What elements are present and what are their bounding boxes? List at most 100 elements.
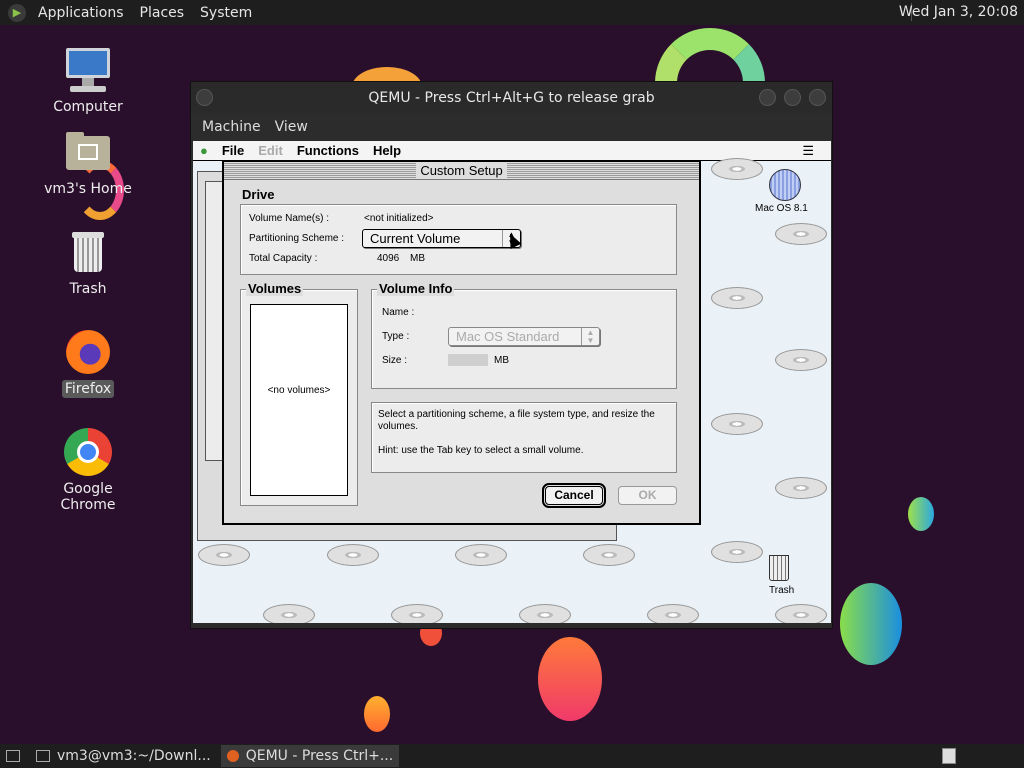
cancel-button[interactable]: Cancel [542, 483, 606, 508]
qemu-titlebar[interactable]: QEMU - Press Ctrl+Alt+G to release grab [191, 82, 832, 113]
background-blob [840, 583, 902, 665]
mac-trash-label: Trash [769, 585, 795, 596]
show-desktop-button[interactable] [0, 745, 26, 767]
functions-menu[interactable]: Functions [290, 143, 366, 158]
volume-type-label: Type : [382, 331, 410, 342]
top-panel: ▶ Applications Places System Wed Jan 3, … [0, 0, 1024, 25]
cd-disk-icon [775, 349, 827, 371]
cd-disk-icon [647, 604, 699, 623]
distro-logo-icon[interactable]: ▶ [8, 3, 26, 22]
cd-disk-icon [711, 413, 763, 435]
cd-disk-icon [711, 287, 763, 309]
cd-disk-icon [711, 158, 763, 180]
background-blob [538, 637, 602, 721]
cd-disk-icon [775, 604, 827, 623]
partitioning-scheme-label: Partitioning Scheme : [249, 233, 345, 244]
machine-menu[interactable]: Machine [195, 119, 268, 135]
taskbar-item-label: QEMU - Press Ctrl+... [245, 748, 394, 764]
volumes-group-title: Volumes [246, 281, 304, 296]
total-capacity-label: Total Capacity : [249, 253, 318, 264]
volume-type-value: Mac OS Standard [456, 329, 560, 344]
taskbar-item-terminal[interactable]: vm3@vm3:~/Downl... [30, 745, 217, 767]
hint-text: Hint: use the Tab key to select a small … [378, 445, 584, 456]
mac-trash-icon[interactable] [769, 555, 789, 581]
total-capacity-unit: MB [410, 253, 425, 264]
panel-clock[interactable]: Wed Jan 3, 20:08 [899, 4, 1018, 20]
desktop-icon-computer[interactable]: Computer [38, 46, 138, 116]
background-blob [908, 497, 934, 531]
total-capacity-value: 4096 [377, 253, 400, 264]
volume-names-label: Volume Name(s) : [249, 213, 330, 224]
volume-type-popup[interactable]: Mac OS Standard ▲ ▼ [448, 327, 600, 346]
volume-size-field[interactable] [448, 354, 488, 366]
trash-icon [64, 228, 112, 276]
application-switcher-icon[interactable]: ☰ [795, 143, 821, 159]
popup-arrows-icon: ▲ ▼ [581, 328, 599, 345]
volume-name-label: Name : [382, 307, 415, 318]
desktop-icon-firefox[interactable]: Firefox [38, 328, 138, 398]
cd-disk-icon [775, 477, 827, 499]
mac-os-disk-label: Mac OS 8.1 [753, 203, 810, 214]
cd-disk-icon [198, 544, 250, 566]
system-menu[interactable]: System [192, 5, 260, 21]
workspace-switcher[interactable] [942, 748, 956, 764]
partitioning-scheme-popup[interactable]: Current Volume ▲ ▼ [362, 229, 521, 248]
volumes-map[interactable] [250, 304, 348, 496]
cd-disk-icon [327, 544, 379, 566]
volume-size-label: Size : [382, 355, 408, 366]
firefox-icon [64, 328, 112, 376]
volume-size-unit: MB [494, 355, 509, 366]
help-text: Select a partitioning scheme, a file sys… [378, 409, 655, 432]
close-button[interactable] [809, 89, 826, 106]
cd-disk-icon [583, 544, 635, 566]
partitioning-scheme-value: Current Volume [370, 231, 461, 246]
taskbar-item-label: vm3@vm3:~/Downl... [57, 748, 211, 764]
cd-disk-icon [711, 541, 763, 563]
edit-menu[interactable]: Edit [251, 143, 290, 158]
cd-disk-icon [263, 604, 315, 623]
minimize-button[interactable] [759, 89, 776, 106]
dialog-title: Custom Setup [416, 163, 507, 178]
help-menu[interactable]: Help [366, 143, 408, 158]
places-menu[interactable]: Places [132, 5, 193, 21]
cd-disk-icon [391, 604, 443, 623]
guest-screen[interactable]: ● File Edit Functions Help ☰ Mac OS 8.1 … [193, 141, 831, 623]
computer-icon [64, 46, 112, 94]
desktop-icon-home[interactable]: vm3's Home [38, 128, 138, 198]
applications-menu[interactable]: Applications [30, 5, 132, 21]
background-blob [364, 696, 390, 732]
file-menu[interactable]: File [215, 143, 251, 158]
desktop-icon-label: Trash [69, 281, 107, 297]
maximize-button[interactable] [784, 89, 801, 106]
qemu-menubar: Machine View [191, 113, 832, 141]
drive-group-title: Drive [240, 187, 277, 202]
mac-os-disk-icon[interactable] [769, 169, 801, 201]
qemu-window-title: QEMU - Press Ctrl+Alt+G to release grab [368, 89, 655, 106]
taskbar: vm3@vm3:~/Downl... QEMU - Press Ctrl+... [0, 744, 1024, 768]
ok-button[interactable]: OK [618, 486, 677, 505]
custom-setup-dialog[interactable]: Custom Setup Drive Volume Name(s) : <not… [222, 160, 701, 525]
volume-names-value: <not initialized> [364, 213, 434, 224]
cd-disk-icon [455, 544, 507, 566]
desktop-icon-label: Google Chrome [60, 481, 116, 513]
qemu-icon [226, 750, 239, 762]
dialog-titlebar[interactable]: Custom Setup [224, 162, 699, 180]
view-menu[interactable]: View [268, 119, 315, 135]
home-folder-icon [64, 128, 112, 176]
qemu-window[interactable]: QEMU - Press Ctrl+Alt+G to release grab … [190, 81, 833, 629]
volume-info-group-title: Volume Info [377, 281, 455, 296]
cd-disk-icon [519, 604, 571, 623]
terminal-icon [36, 750, 50, 762]
desktop-icon-label: Computer [53, 99, 123, 115]
desktop-icon-label: Firefox [61, 380, 115, 398]
desktop-icon-chrome[interactable]: Google Chrome [38, 428, 138, 514]
window-menu-button[interactable] [196, 89, 213, 106]
chrome-icon [64, 428, 112, 476]
no-volumes-text: <no volumes> [267, 385, 331, 396]
apple-menu-icon[interactable]: ● [193, 143, 215, 158]
cd-disk-icon [775, 223, 827, 245]
desktop-icon-trash[interactable]: Trash [38, 228, 138, 298]
show-desktop-icon [6, 750, 20, 762]
taskbar-item-qemu[interactable]: QEMU - Press Ctrl+... [220, 745, 400, 767]
desktop-icon-label: vm3's Home [44, 181, 132, 197]
